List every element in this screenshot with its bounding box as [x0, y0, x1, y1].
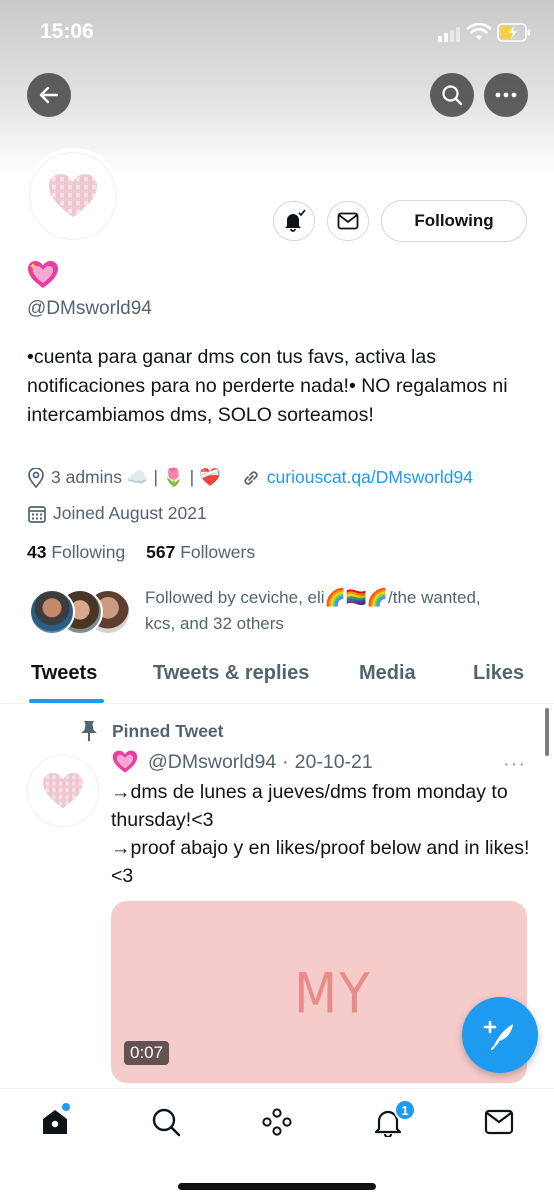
- followed-by-text[interactable]: Followed by ceviche, eli🌈🏳️‍🌈🌈/the wante…: [145, 585, 505, 637]
- tweet-text: →dms de lunes a jueves/dms from monday t…: [111, 778, 531, 890]
- notification-badge: 1: [394, 1099, 416, 1121]
- home-unread-dot: [62, 1103, 70, 1111]
- followed-by-avatars[interactable]: [29, 589, 139, 637]
- notifications-button[interactable]: [273, 201, 315, 241]
- message-button[interactable]: [327, 201, 369, 241]
- calendar-icon: [28, 505, 46, 523]
- mail-icon: [484, 1109, 514, 1135]
- profile-website-link[interactable]: curiouscat.qa/DMsworld94: [267, 467, 473, 488]
- profile-tabs: Tweets Tweets & replies Media Likes: [0, 650, 554, 704]
- status-bar: 15:06: [0, 0, 554, 66]
- bottom-navigation: 1: [0, 1088, 554, 1200]
- profile-joined-row: Joined August 2021: [27, 503, 207, 524]
- tweet-handle[interactable]: @DMsworld94: [148, 751, 276, 774]
- search-button[interactable]: [430, 73, 474, 117]
- wifi-icon: [467, 22, 491, 40]
- followers-count: 567: [146, 542, 176, 562]
- pink-heart-icon: [112, 750, 138, 773]
- pinned-tweet-label: Pinned Tweet: [112, 720, 224, 741]
- following-label: Following: [51, 542, 126, 562]
- scrollbar[interactable]: [545, 708, 549, 756]
- profile-handle: @DMsworld94: [27, 298, 152, 319]
- battery-icon: [497, 23, 530, 42]
- tweet-avatar[interactable]: [27, 755, 99, 827]
- followers-count-link[interactable]: 567 Followers: [146, 542, 255, 562]
- profile-joined: Joined August 2021: [53, 503, 207, 523]
- nav-explore[interactable]: [148, 1104, 184, 1140]
- profile-avatar[interactable]: [25, 148, 121, 244]
- following-count: 43: [27, 542, 47, 562]
- pinned-tweet-label-row: Pinned Tweet: [80, 720, 224, 742]
- tab-tweets-replies[interactable]: Tweets & replies: [153, 662, 309, 685]
- compose-tweet-button[interactable]: [462, 997, 538, 1073]
- mail-icon: [337, 212, 359, 230]
- active-tab-indicator: [29, 699, 104, 703]
- home-icon: [43, 1110, 67, 1134]
- nav-messages[interactable]: [481, 1104, 517, 1140]
- followers-label: Followers: [180, 542, 256, 562]
- gingham-heart-icon: [49, 174, 97, 217]
- tweet-video[interactable]: MY 0:07: [111, 901, 527, 1083]
- profile-location: 3 admins ☁️ | 🌷 | ❤️‍🩹: [51, 467, 221, 487]
- tweet-date[interactable]: 20-10-21: [295, 751, 373, 774]
- profile-bio: •cuenta para ganar dms con tus favs, act…: [27, 346, 508, 426]
- following-button[interactable]: Following: [381, 200, 527, 242]
- tab-media[interactable]: Media: [359, 662, 416, 685]
- display-name-heart-icon: [28, 261, 58, 288]
- search-icon: [442, 85, 463, 106]
- video-frame-text: MY: [294, 962, 372, 1026]
- link-icon: [244, 470, 258, 485]
- gingham-heart-icon: [43, 772, 83, 809]
- follower-avatar: [29, 589, 75, 635]
- compose-icon: [483, 1020, 513, 1050]
- bell-icon: [285, 209, 306, 232]
- back-arrow-icon: [39, 86, 59, 104]
- tab-tweets[interactable]: Tweets: [31, 662, 97, 685]
- status-time: 15:06: [40, 20, 94, 43]
- tweet-line: →proof abajo y en likes/proof below and …: [111, 837, 530, 887]
- tweet-separator: ·: [282, 750, 289, 773]
- tweet-line: →dms de lunes a jueves/dms from monday t…: [111, 781, 508, 831]
- tweet-more-button[interactable]: ···: [503, 753, 526, 776]
- profile-counts: 43 Following 567 Followers: [27, 542, 255, 563]
- more-options-button[interactable]: [484, 73, 528, 117]
- signal-icon: [438, 26, 462, 42]
- location-icon: [28, 467, 44, 488]
- spaces-icon: [262, 1108, 292, 1136]
- nav-spaces[interactable]: [259, 1104, 295, 1140]
- profile-meta-row: 3 admins ☁️ | 🌷 | ❤️‍🩹 curiouscat.qa/DMs…: [27, 467, 473, 488]
- video-duration: 0:07: [124, 1041, 170, 1065]
- following-count-link[interactable]: 43 Following: [27, 542, 130, 562]
- tab-likes[interactable]: Likes: [473, 662, 524, 685]
- search-icon: [152, 1108, 181, 1137]
- more-icon: [495, 92, 517, 98]
- pin-icon: [81, 721, 97, 741]
- back-button[interactable]: [27, 73, 71, 117]
- home-indicator: [178, 1183, 376, 1190]
- tweet-header: @DMsworld94 · 20-10-21: [112, 749, 373, 775]
